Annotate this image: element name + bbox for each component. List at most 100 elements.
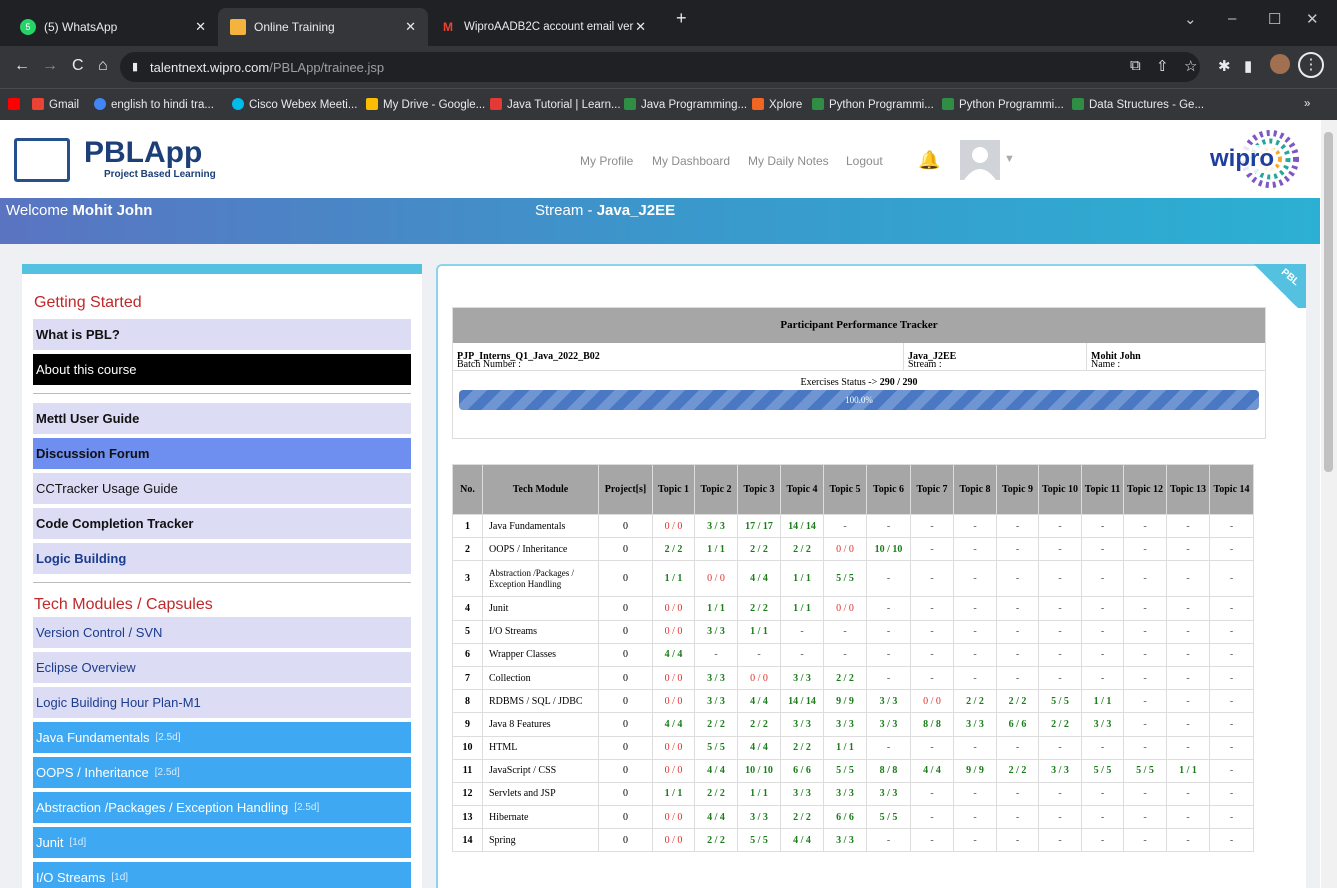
nav-my-dashboard[interactable]: My Dashboard	[652, 154, 730, 168]
url-input[interactable]: ▮ talentnext.wipro.com/PBLApp/trainee.js…	[120, 52, 1200, 82]
bookmark-xplore[interactable]: Xplore	[752, 98, 802, 111]
topic-cell: 3 / 3	[694, 689, 738, 714]
sidebar-item-module-5[interactable]: OOPS / Inheritance [2.5d]	[33, 757, 411, 788]
topic-cell: 0 / 0	[652, 758, 695, 783]
sidebar-item-label: Mettl User Guide	[36, 411, 140, 426]
maximize-button[interactable]: ☐	[1268, 10, 1281, 28]
sidebar-item-start-1[interactable]: What is PBL?	[33, 319, 411, 350]
topic-cell: -	[823, 619, 867, 644]
sidepanel-icon[interactable]: ▮	[1244, 57, 1252, 75]
sidebar-item-module-4[interactable]: Java Fundamentals [2.5d]	[33, 722, 411, 753]
back-icon[interactable]: ←	[14, 57, 30, 75]
close-icon[interactable]: ✕	[405, 19, 416, 35]
nav-my-daily-notes[interactable]: My Daily Notes	[748, 154, 829, 168]
topic-cell: -	[1081, 665, 1124, 691]
bookmark-python-1[interactable]: Python Programmi...	[812, 98, 934, 111]
tab-whatsapp[interactable]: 5 (5) WhatsApp ✕	[8, 8, 218, 46]
minimize-button[interactable]: –	[1228, 10, 1236, 27]
sidebar-item-guide-5[interactable]: Logic Building	[33, 543, 411, 574]
extensions-icon[interactable]: ✱	[1218, 57, 1231, 75]
sidebar-item-module-1[interactable]: Version Control / SVN	[33, 617, 411, 648]
module-name: RDBMS / SQL / JDBC	[482, 689, 599, 714]
tab-search-icon[interactable]: ⌄	[1184, 10, 1197, 28]
sidebar-item-module-2[interactable]: Eclipse Overview	[33, 652, 411, 683]
bell-icon[interactable]: 🔔	[918, 150, 940, 171]
sidebar-item-guide-1[interactable]: Mettl User Guide	[33, 403, 411, 434]
share-icon[interactable]: ⇧	[1156, 57, 1169, 75]
tab-online-training[interactable]: Online Training ✕	[218, 8, 428, 46]
table-row: 13 Hibernate 0 0 / 04 / 43 / 32 / 26 / 65 /…	[452, 805, 1254, 830]
bookmark-java-programming[interactable]: Java Programming...	[624, 98, 747, 111]
app-header: PBLApp Project Based Learning My Profile…	[0, 120, 1320, 198]
topic-cell: -	[996, 619, 1039, 644]
topic-cell: -	[1081, 828, 1124, 853]
browser-tab-bar: 5 (5) WhatsApp ✕ Online Training ✕ M Wip…	[0, 0, 1337, 46]
app-logo[interactable]: PBLApp	[84, 136, 202, 170]
bookmark-python-2[interactable]: Python Programmi...	[942, 98, 1064, 111]
sidebar-item-module-6[interactable]: Abstraction /Packages / Exception Handli…	[33, 792, 411, 823]
topic-cell: 2 / 2	[953, 689, 997, 714]
topic-cell: 5 / 5	[1038, 689, 1082, 714]
sidebar-item-guide-4[interactable]: Code Completion Tracker	[33, 508, 411, 539]
bookmark-translate[interactable]: english to hindi tra...	[94, 98, 214, 111]
sidebar-item-label: Java Fundamentals	[36, 730, 150, 745]
progress-label: 100.0%	[845, 395, 873, 405]
avatar[interactable]	[960, 140, 1000, 180]
page: PBLApp Project Based Learning My Profile…	[0, 120, 1337, 888]
topic-cell: -	[910, 735, 954, 760]
topic-cell: -	[1038, 805, 1082, 830]
topic-cell: -	[1038, 642, 1082, 667]
url-host: talentnext.wipro.com	[150, 59, 270, 75]
translate-icon[interactable]: ⧉	[1130, 57, 1141, 74]
topic-cell: 3 / 3	[953, 712, 997, 737]
sidebar-item-start-2[interactable]: About this course	[33, 354, 411, 385]
whatsapp-icon: 5	[20, 19, 36, 35]
sidebar-item-module-7[interactable]: Junit [1d]	[33, 827, 411, 858]
column-header: Topic 5	[823, 464, 867, 515]
sidebar-item-module-3[interactable]: Logic Building Hour Plan-M1	[33, 687, 411, 718]
pbl-corner-ribbon: PBL	[1246, 264, 1306, 308]
new-tab-button[interactable]: +	[676, 8, 687, 29]
close-icon[interactable]: ✕	[195, 19, 206, 35]
bookmark-webex[interactable]: Cisco Webex Meeti...	[232, 98, 357, 111]
sidebar-item-module-8[interactable]: I/O Streams [1d]	[33, 862, 411, 888]
sidebar-item-label: What is PBL?	[36, 327, 120, 342]
topic-cell: -	[737, 642, 781, 667]
wipro-wordmark: wipro	[1210, 145, 1274, 173]
topic-cell: -	[1123, 596, 1167, 621]
sidebar-item-guide-3[interactable]: CCTracker Usage Guide	[33, 473, 411, 504]
table-row: 9 Java 8 Features 0 4 / 42 / 22 / 23 / 33 /…	[452, 712, 1254, 737]
scrollbar-thumb[interactable]	[1324, 132, 1333, 472]
home-icon[interactable]: ⌂	[98, 57, 108, 75]
bookmark-drive[interactable]: My Drive - Google...	[366, 98, 485, 111]
tech-module-table: No. Tech Module Project[s] Topic 1 Topic 2 To…	[452, 464, 1254, 853]
forward-icon[interactable]: →	[42, 57, 58, 75]
bookmark-star-icon[interactable]: ☆	[1184, 57, 1197, 75]
tab-wipro-email[interactable]: M WiproAADB2C account email ver ✕	[428, 8, 658, 46]
close-icon[interactable]: ✕	[635, 19, 646, 35]
bookmark-gmail[interactable]: Gmail	[32, 98, 79, 111]
profile-avatar-icon[interactable]	[1270, 54, 1290, 74]
row-number: 8	[452, 689, 483, 714]
topic-cell: 10 / 10	[866, 537, 911, 562]
reload-icon[interactable]: C	[72, 57, 84, 75]
topic-cell: -	[1123, 735, 1167, 760]
bookmark-youtube[interactable]	[8, 98, 25, 111]
topic-cell: -	[1166, 805, 1210, 830]
nav-logout[interactable]: Logout	[846, 154, 883, 168]
topic-cell: 3 / 3	[780, 712, 824, 737]
topic-cell: 0 / 0	[652, 596, 695, 621]
topic-cell: -	[866, 513, 911, 539]
bookmarks-overflow-icon[interactable]: »	[1304, 98, 1310, 110]
sidebar-item-guide-2[interactable]: Discussion Forum	[33, 438, 411, 469]
topic-cell: 3 / 3	[780, 781, 824, 807]
chevron-down-icon[interactable]: ▼	[1004, 153, 1015, 165]
menu-icon[interactable]: ⋮	[1298, 52, 1324, 78]
topic-cell: 4 / 4	[652, 642, 695, 667]
close-window-button[interactable]: ✕	[1306, 10, 1319, 28]
bookmark-data-structures[interactable]: Data Structures - Ge...	[1072, 98, 1204, 111]
topic-cell: 2 / 2	[780, 805, 824, 830]
nav-my-profile[interactable]: My Profile	[580, 154, 633, 168]
topic-cell: 6 / 6	[780, 758, 824, 783]
bookmark-java-tutorial[interactable]: Java Tutorial | Learn...	[490, 98, 621, 111]
